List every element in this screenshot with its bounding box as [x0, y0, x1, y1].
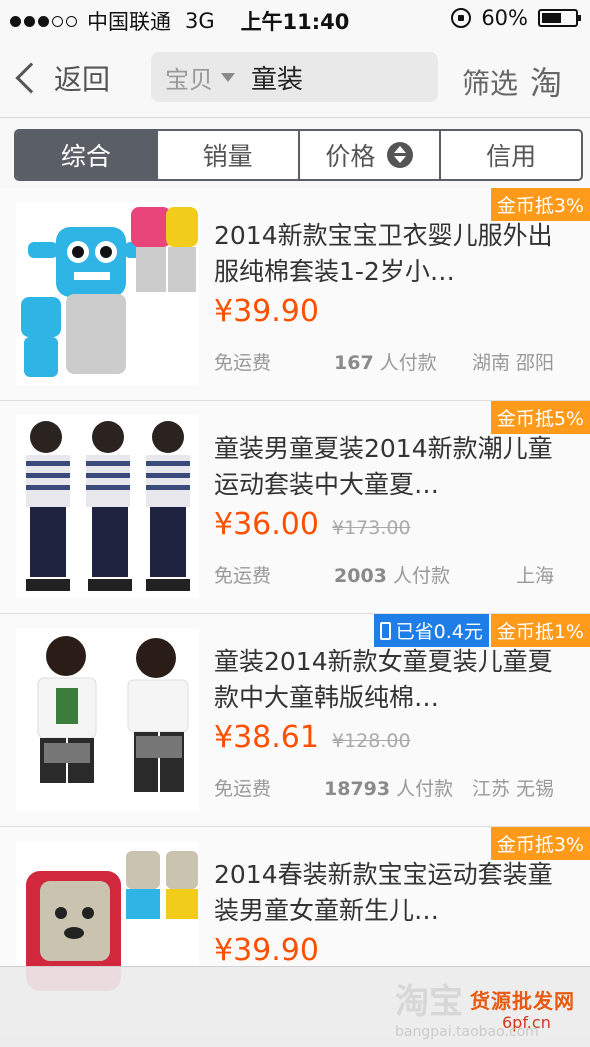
- list-item[interactable]: 童装男童夏装2014新款潮儿童运动套装中大童夏… ¥36.00 ¥173.00 …: [0, 401, 590, 614]
- promo-badges: 金币抵3%: [490, 827, 590, 860]
- filter-button[interactable]: 筛选: [462, 62, 518, 102]
- product-image[interactable]: [16, 415, 199, 598]
- phone-icon: [379, 621, 391, 640]
- tab-label: 销量: [202, 142, 253, 171]
- caret-down-icon: [221, 72, 235, 82]
- sold-number: 167: [334, 352, 374, 374]
- sold-count: 2003 人付款: [334, 561, 450, 588]
- product-image[interactable]: [16, 202, 199, 385]
- product-title[interactable]: 童装2014新款女童夏装儿童夏款中大童韩版纯棉…: [214, 644, 560, 716]
- sold-count: 167 人付款: [334, 348, 437, 375]
- sold-count: 18793 人付款: [324, 774, 453, 801]
- shipping-label: 免运费: [214, 778, 272, 800]
- sold-label: 人付款: [379, 352, 437, 374]
- seller-location: 湖南 邵阳: [471, 352, 554, 374]
- product-price: ¥39.90: [214, 294, 319, 329]
- tab-label: 价格: [325, 142, 376, 171]
- watermark-title: 货源批发网: [470, 989, 575, 1013]
- coin-badge: 金币抵3%: [490, 188, 590, 221]
- product-list: 2014新款宝宝卫衣婴儿服外出服纯棉套装1-2岁小… ¥39.90 免运费 16…: [0, 188, 590, 1040]
- coin-badge: 金币抵1%: [490, 614, 590, 647]
- product-price: ¥38.61: [214, 720, 319, 755]
- original-price: ¥173.00: [332, 517, 411, 539]
- status-right: 60%: [451, 6, 581, 30]
- back-button[interactable]: 返回: [12, 58, 110, 98]
- sort-tabs: 综合 销量 价格 信用: [14, 129, 583, 181]
- saved-text: 已省0.4元: [395, 621, 483, 643]
- seller-location: 江苏 无锡: [471, 778, 554, 800]
- tab-sales[interactable]: 销量: [158, 131, 300, 179]
- watermark-url: bangpai.taobao.com: [395, 1024, 539, 1040]
- coin-badge: 金币抵3%: [490, 827, 590, 860]
- list-item[interactable]: 童装2014新款女童夏装儿童夏款中大童韩版纯棉… ¥38.61 ¥128.00 …: [0, 614, 590, 827]
- promo-badges: 已省0.4元 金币抵1%: [373, 614, 590, 647]
- product-price: ¥36.00: [214, 507, 319, 542]
- search-category-select[interactable]: 宝贝: [165, 60, 213, 95]
- product-title[interactable]: 2014新款宝宝卫衣婴儿服外出服纯棉套装1-2岁小…: [214, 218, 560, 290]
- promo-badges: 金币抵5%: [490, 401, 590, 434]
- product-title[interactable]: 2014春装新款宝宝运动套装童装男童女童新生儿…: [214, 857, 560, 929]
- shipping-label: 免运费: [214, 352, 272, 374]
- list-item[interactable]: 2014新款宝宝卫衣婴儿服外出服纯棉套装1-2岁小… ¥39.90 免运费 16…: [0, 188, 590, 401]
- tab-label: 信用: [486, 142, 537, 171]
- rotation-lock-icon: [451, 8, 472, 28]
- nav-bar: 返回 宝贝 童装 筛选 淘: [0, 40, 590, 118]
- product-title[interactable]: 童装男童夏装2014新款潮儿童运动套装中大童夏…: [214, 431, 560, 503]
- tab-credit[interactable]: 信用: [441, 131, 581, 179]
- sold-number: 2003: [334, 565, 387, 587]
- shipping-label: 免运费: [214, 565, 272, 587]
- promo-badges: 金币抵3%: [490, 188, 590, 221]
- sold-number: 18793: [324, 778, 391, 800]
- watermark-taobao: 淘宝: [395, 982, 463, 1022]
- tab-label: 综合: [60, 142, 111, 171]
- status-bar: 中国联通 3G 上午11:40 60%: [0, 0, 590, 40]
- tab-price[interactable]: 价格: [300, 131, 442, 179]
- battery-icon: [538, 9, 581, 27]
- sold-label: 人付款: [392, 565, 450, 587]
- chevron-left-icon: [15, 62, 47, 94]
- sold-label: 人付款: [396, 778, 454, 800]
- original-price: ¥128.00: [332, 730, 411, 752]
- product-price: ¥39.90: [214, 933, 319, 968]
- taobao-icon[interactable]: 淘: [530, 58, 562, 104]
- search-query: 童装: [251, 64, 304, 95]
- saved-badge: 已省0.4元: [373, 614, 489, 647]
- sort-toggle-icon: [387, 142, 414, 168]
- product-image[interactable]: [16, 628, 199, 811]
- coin-badge: 金币抵5%: [490, 401, 590, 434]
- back-label: 返回: [54, 63, 111, 96]
- seller-location: 上海: [515, 565, 554, 587]
- battery-percent: 60%: [481, 6, 528, 30]
- tab-comprehensive[interactable]: 综合: [16, 131, 158, 179]
- search-input[interactable]: 宝贝 童装: [151, 52, 438, 102]
